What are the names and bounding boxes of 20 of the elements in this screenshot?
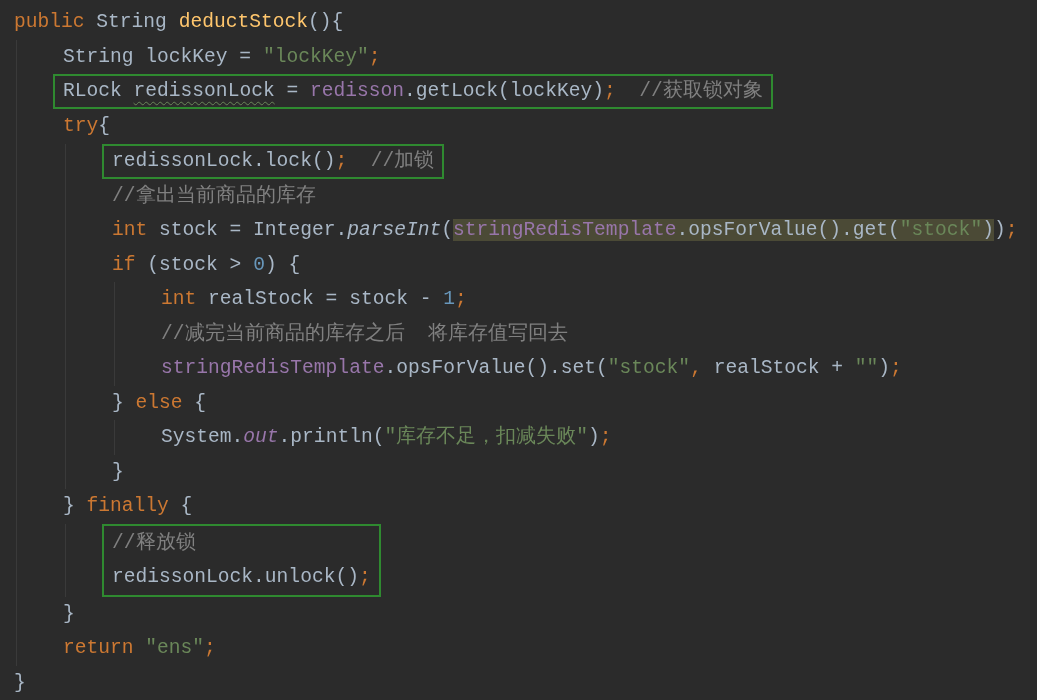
code-line: } else { [112,390,208,416]
code-line: redissonLock.unlock(); [112,565,371,590]
code-line: stringRedisTemplate.opsForValue().set("stock", realStock + ""); [161,356,903,381]
code-line: //减完当前商品的库存之后 将库存值写回去 [161,321,570,347]
code-line: } [112,459,125,485]
code-line: String lockKey = "lockKey"; [63,44,382,70]
code-line: public String deductStock(){ [14,10,345,35]
code-line: int stock = Integer.parseInt(stringRedisTemplate.opsForValue().get("stock")); [112,218,1019,243]
code-line: if (stock > 0) { [112,252,302,278]
code-line: } [14,670,27,696]
code-line: int realStock = stock - 1; [161,287,468,312]
code-line: RLock redissonLock = redisson.getLock(lockKey); //获取锁对象 [63,78,763,104]
code-line: } [63,601,76,627]
code-line: System.out.println("库存不足，扣减失败"); [161,424,613,450]
code-line: } finally { [63,494,194,519]
code-line: try{ [63,114,112,139]
code-line: return "ens"; [63,636,217,661]
code-line: //拿出当前商品的库存 [112,183,317,209]
code-line: redissonLock.lock(); //加锁 [112,148,435,174]
code-line: //释放锁 [112,530,197,556]
